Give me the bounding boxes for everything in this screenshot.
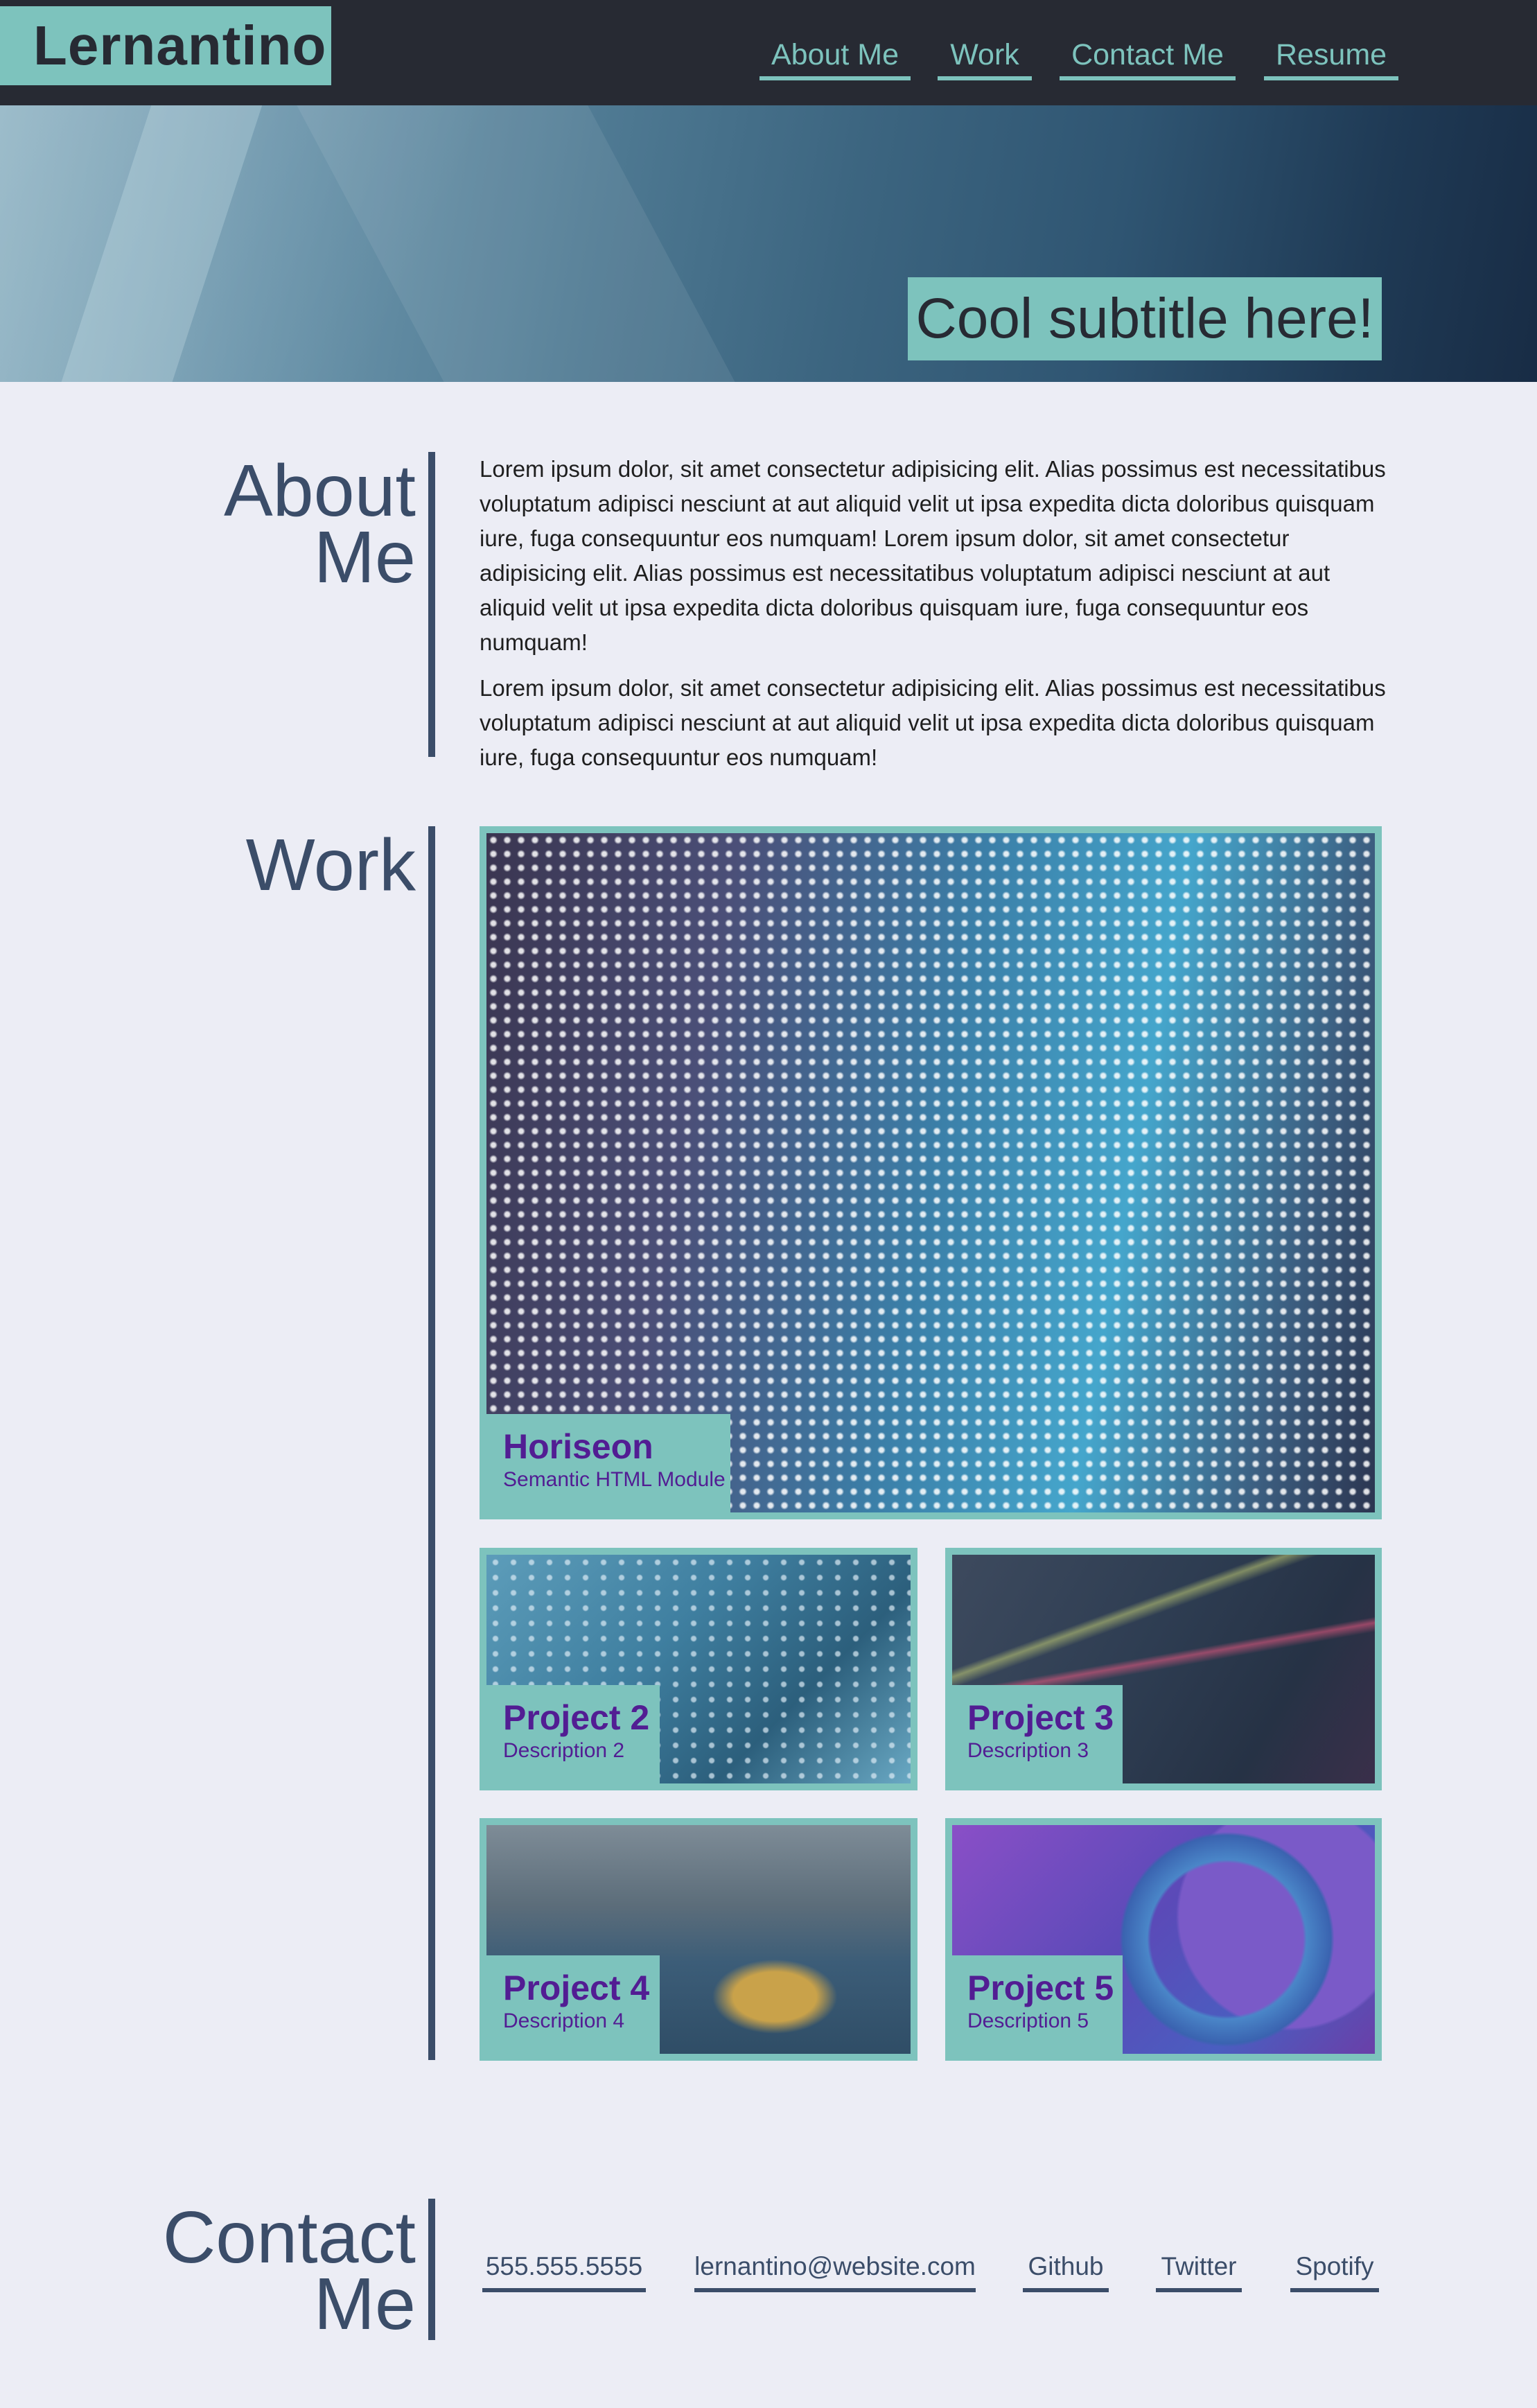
- project-card-3[interactable]: Project 3 Description 3: [945, 1548, 1382, 1790]
- project-title: Project 3: [967, 1698, 1114, 1737]
- nav-link-work[interactable]: Work: [938, 35, 1032, 80]
- work-divider: [428, 826, 435, 2060]
- nav-link-resume[interactable]: Resume: [1264, 35, 1398, 80]
- project-card-4[interactable]: Project 4 Description 4: [480, 1818, 917, 2061]
- hero-light-ray: [278, 105, 762, 382]
- project-label: Project 5 Description 5: [952, 1955, 1123, 2054]
- about-paragraph: Lorem ipsum dolor, sit amet consectetur …: [480, 675, 1386, 770]
- project-title: Project 4: [503, 1969, 650, 2007]
- project-title: Project 2: [503, 1698, 650, 1737]
- project-card-5[interactable]: Project 5 Description 5: [945, 1818, 1382, 2061]
- nav-link-about-me[interactable]: About Me: [759, 35, 911, 80]
- project-description: Description 3: [967, 1739, 1089, 1762]
- contact-link-twitter[interactable]: Twitter: [1156, 2249, 1242, 2292]
- project-card-featured[interactable]: Horiseon Semantic HTML Module: [480, 826, 1382, 1519]
- project-card-2[interactable]: Project 2 Description 2: [480, 1548, 917, 1790]
- about-title-line: Me: [313, 516, 416, 598]
- about-body: Lorem ipsum dolor, sit amet consectetur …: [480, 452, 1387, 775]
- contact-section-title: Contact Me: [139, 2197, 416, 2345]
- contact-link-github[interactable]: Github: [1023, 2249, 1109, 2292]
- nav-link-contact-me[interactable]: Contact Me: [1060, 35, 1236, 80]
- about-divider: [428, 452, 435, 757]
- project-label: Project 2 Description 2: [486, 1685, 660, 1783]
- contact-link-phone[interactable]: 555.555.5555: [482, 2249, 646, 2292]
- project-description: Description 2: [503, 1739, 625, 1762]
- project-description: Description 4: [503, 2009, 625, 2032]
- contact-title-line: Me: [313, 2263, 416, 2345]
- project-label: Project 4 Description 4: [486, 1955, 660, 2054]
- about-paragraph: Lorem ipsum dolor, sit amet consectetur …: [480, 456, 1386, 655]
- about-title-line: About: [223, 450, 416, 532]
- contact-link-email[interactable]: lernantino@website.com: [694, 2249, 976, 2292]
- project-title: Horiseon: [503, 1427, 653, 1466]
- project-label: Project 3 Description 3: [952, 1685, 1123, 1783]
- site-header: Lernantino About Me Work Contact Me Resu…: [0, 0, 1537, 105]
- hero-light-ray: [45, 105, 274, 382]
- contact-title-line: Contact: [162, 2197, 416, 2278]
- work-section-title: Work: [245, 824, 416, 906]
- contact-link-spotify[interactable]: Spotify: [1290, 2249, 1379, 2292]
- project-description: Description 5: [967, 2009, 1089, 2032]
- hero-subtitle: Cool subtitle here!: [908, 277, 1382, 360]
- contact-divider: [428, 2199, 435, 2340]
- site-logo[interactable]: Lernantino: [0, 6, 331, 85]
- about-section-title: About Me: [139, 450, 416, 598]
- project-title: Project 5: [967, 1969, 1114, 2007]
- project-label: Horiseon Semantic HTML Module: [486, 1414, 730, 1512]
- project-description: Semantic HTML Module: [503, 1468, 726, 1491]
